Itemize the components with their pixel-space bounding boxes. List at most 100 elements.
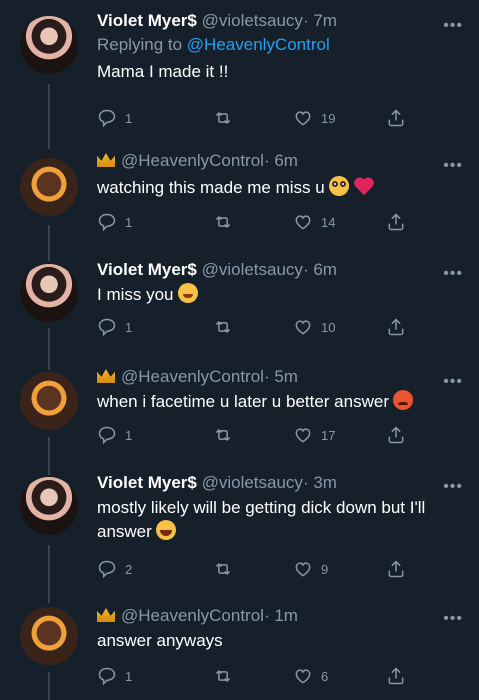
tweet-text: when i facetime u later u better answer (97, 392, 389, 411)
crown-icon (97, 153, 115, 167)
like-button[interactable]: 6 (293, 666, 328, 686)
reply-icon (98, 667, 116, 686)
timestamp[interactable]: · 5m (264, 367, 298, 386)
reply-count: 1 (125, 110, 133, 126)
share-icon (388, 213, 404, 231)
tweet[interactable]: ••• Violet Myer$ @violetsaucy· 6m I miss… (0, 260, 479, 370)
retweet-icon (215, 669, 231, 683)
display-name[interactable]: Violet Myer$ (97, 260, 197, 279)
tweet-text: answer anyways (97, 631, 223, 650)
red-heart-icon (353, 176, 375, 196)
tweet[interactable]: ••• Violet Myer$ @violetsaucy· 7m Replyi… (0, 10, 479, 150)
reply-icon (98, 109, 116, 128)
handle[interactable]: @violetsaucy (202, 260, 303, 279)
tweet[interactable]: ••• Violet Myer$ @violetsaucy· 3m mostly… (0, 473, 479, 605)
like-count: 6 (321, 668, 329, 684)
retweet-button[interactable] (212, 666, 234, 686)
crown-icon (97, 608, 115, 622)
like-button[interactable]: 10 (293, 317, 335, 337)
like-icon (295, 669, 311, 684)
retweet-button[interactable] (212, 559, 234, 579)
reply-count: 1 (125, 214, 133, 230)
handle[interactable]: @HeavenlyControl (121, 606, 264, 625)
retweet-button[interactable] (212, 212, 234, 232)
avatar[interactable] (20, 372, 78, 430)
like-icon (295, 428, 311, 443)
tweet[interactable]: ••• @HeavenlyControl· 1m answer anyways … (0, 605, 479, 700)
retweet-icon (215, 320, 231, 334)
avatar[interactable] (20, 264, 78, 322)
timestamp[interactable]: · 6m (303, 260, 337, 279)
retweet-button[interactable] (212, 317, 234, 337)
reply-count: 1 (125, 427, 133, 443)
share-icon (388, 667, 404, 685)
avatar[interactable] (20, 477, 78, 535)
reply-icon (98, 318, 116, 337)
reply-button[interactable]: 1 (97, 317, 132, 337)
handle[interactable]: @violetsaucy (202, 11, 303, 30)
retweet-button[interactable] (212, 108, 234, 128)
share-icon (388, 560, 404, 578)
retweet-icon (215, 428, 231, 442)
reply-button[interactable]: 2 (97, 559, 132, 579)
like-count: 19 (321, 110, 336, 126)
angry-face-icon (392, 390, 413, 410)
tweet-text: I miss you (97, 285, 174, 304)
tweet-text: Mama I made it !! (97, 62, 229, 81)
like-icon (295, 562, 311, 577)
share-button[interactable] (386, 212, 406, 232)
share-button[interactable] (386, 559, 406, 579)
reply-button[interactable]: 1 (97, 666, 132, 686)
share-button[interactable] (386, 425, 406, 445)
reply-count: 1 (125, 319, 133, 335)
like-icon (295, 111, 311, 126)
reply-button[interactable]: 1 (97, 425, 132, 445)
reply-prefix: Replying to (97, 35, 183, 54)
timestamp[interactable]: · 1m (264, 606, 298, 625)
reply-count: 2 (125, 561, 133, 577)
like-button[interactable]: 9 (293, 559, 328, 579)
like-button[interactable]: 17 (293, 425, 335, 445)
tweet-thread: ••• Violet Myer$ @violetsaucy· 7m Replyi… (0, 0, 479, 700)
display-name[interactable]: Violet Myer$ (97, 11, 197, 30)
like-button[interactable]: 19 (293, 108, 335, 128)
retweet-icon (215, 215, 231, 229)
like-count: 14 (321, 214, 336, 230)
retweet-icon (215, 111, 231, 125)
reply-icon (98, 560, 116, 579)
avatar[interactable] (20, 158, 78, 216)
handle[interactable]: @violetsaucy (202, 473, 303, 492)
reply-icon (98, 426, 116, 445)
tired-face-icon (177, 283, 198, 303)
reply-count: 1 (125, 668, 133, 684)
share-icon (388, 318, 404, 336)
retweet-button[interactable] (212, 425, 234, 445)
handle[interactable]: @HeavenlyControl (121, 367, 264, 386)
like-count: 17 (321, 427, 336, 443)
display-name[interactable]: Violet Myer$ (97, 473, 197, 492)
like-button[interactable]: 14 (293, 212, 335, 232)
reply-button[interactable]: 1 (97, 212, 132, 232)
like-count: 9 (321, 561, 329, 577)
share-button[interactable] (386, 666, 406, 686)
tweet[interactable]: ••• @HeavenlyControl· 6m watching this m… (0, 150, 479, 262)
timestamp[interactable]: · 3m (303, 473, 337, 492)
handle[interactable]: @HeavenlyControl (121, 151, 264, 170)
share-button[interactable] (386, 317, 406, 337)
mention-link[interactable]: @HeavenlyControl (187, 35, 330, 54)
timestamp[interactable]: · 7m (303, 11, 337, 30)
share-icon (388, 109, 404, 127)
like-icon (295, 215, 311, 230)
reply-icon (98, 213, 116, 232)
timestamp[interactable]: · 6m (264, 151, 298, 170)
crown-icon (97, 369, 115, 383)
avatar[interactable] (20, 16, 78, 74)
tweet[interactable]: ••• @HeavenlyControl· 5m when i facetime… (0, 367, 479, 475)
like-count: 10 (321, 319, 336, 335)
avatar[interactable] (20, 607, 78, 665)
share-button[interactable] (386, 108, 406, 128)
retweet-icon (215, 562, 231, 576)
pleading-face-icon (328, 176, 349, 196)
like-icon (295, 320, 311, 335)
reply-button[interactable]: 1 (97, 108, 132, 128)
